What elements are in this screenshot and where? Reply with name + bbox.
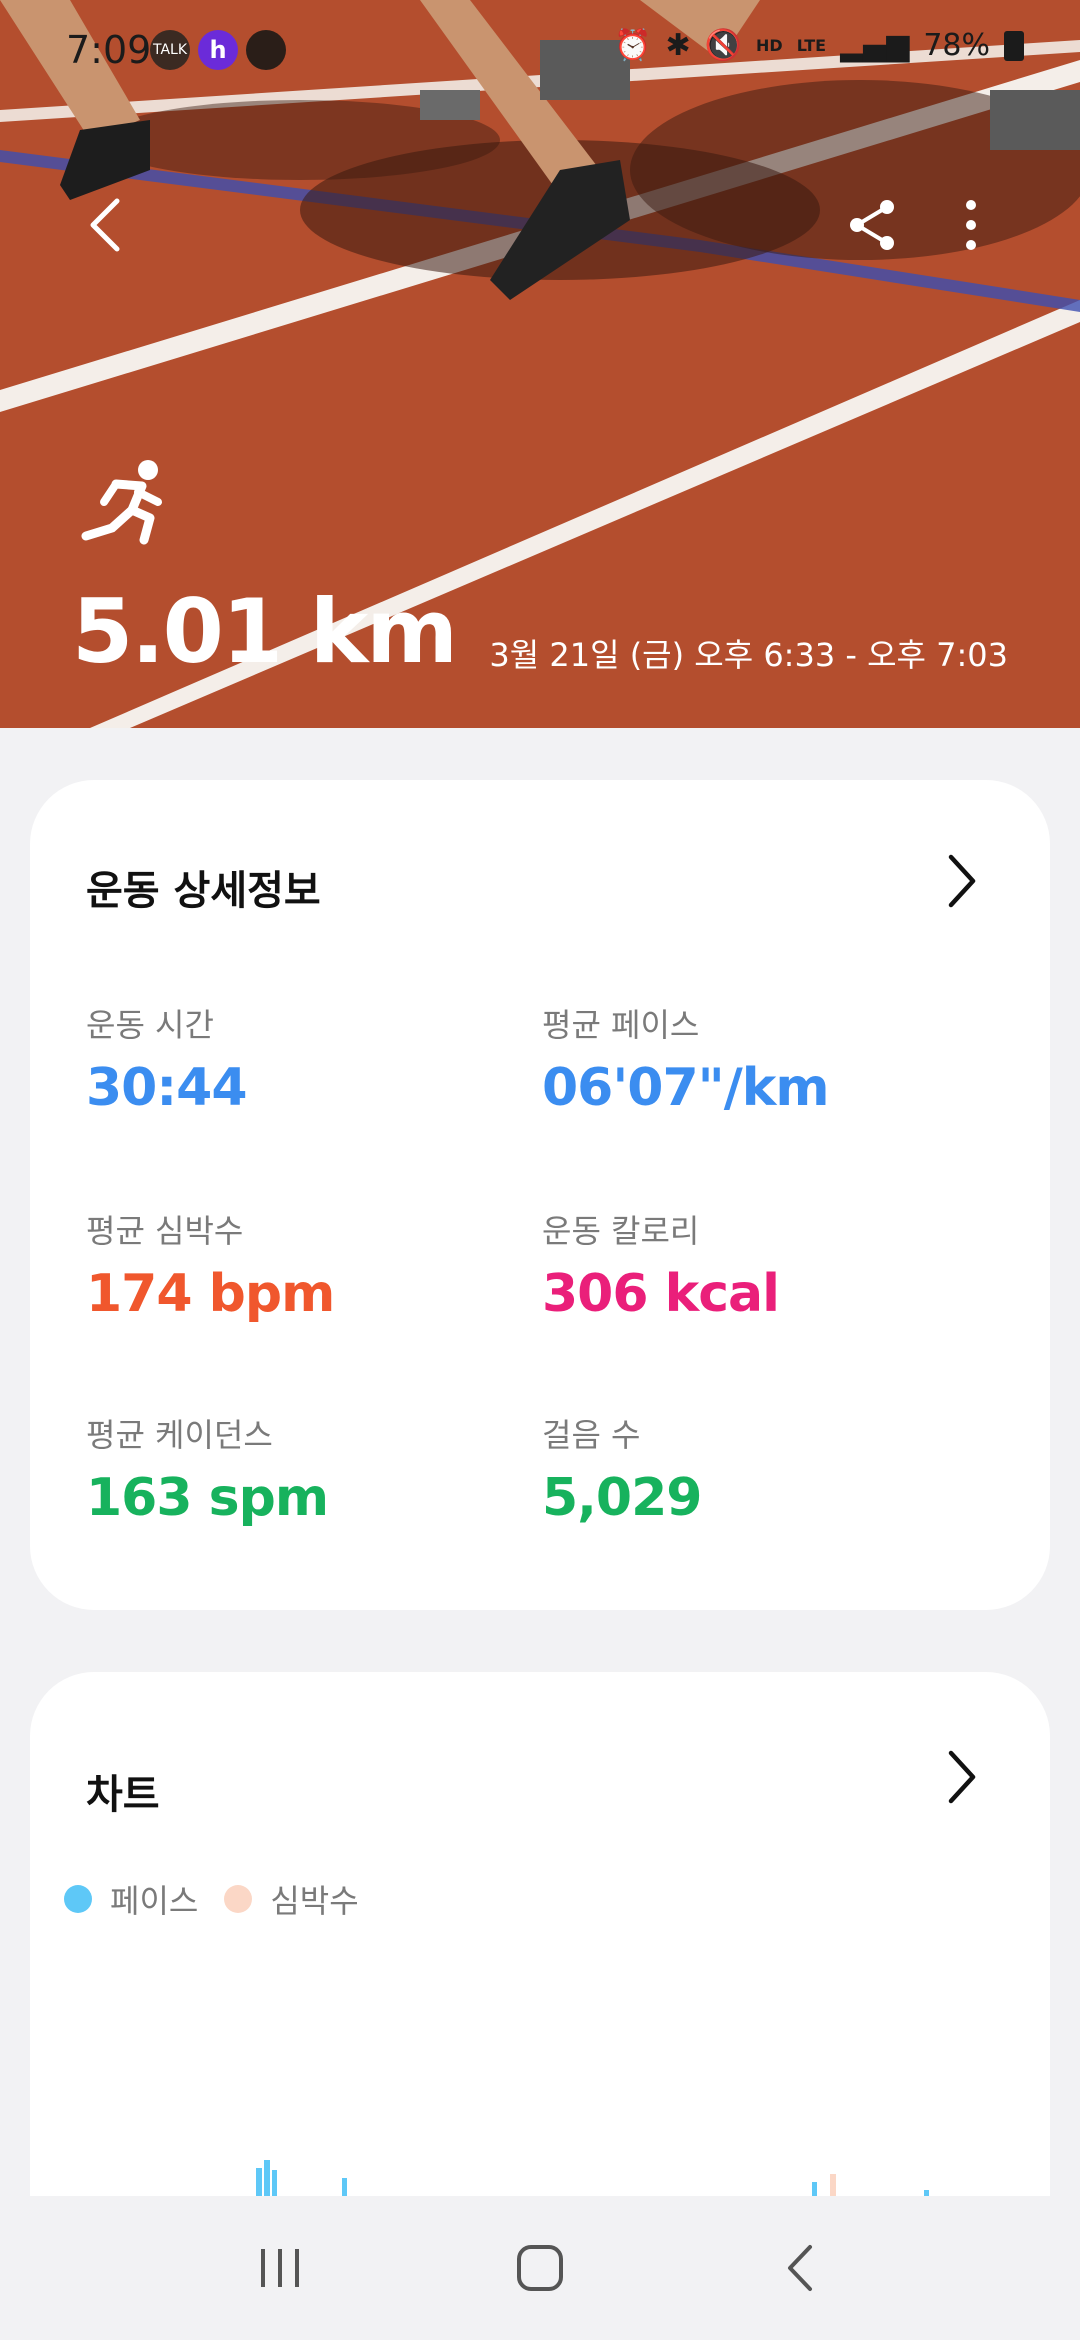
metric-avg-cadence: 평균 케이던스 163 spm xyxy=(86,1410,329,1528)
more-options-button[interactable] xyxy=(926,180,1016,270)
metric-value: 06'07"/km xyxy=(542,1058,829,1118)
metric-label: 운동 시간 xyxy=(86,1006,214,1044)
system-navigation-bar xyxy=(0,2196,1080,2340)
metric-label: 걸음 수 xyxy=(542,1416,641,1454)
recent-apps-button[interactable] xyxy=(230,2218,330,2318)
pace-spike xyxy=(264,2160,270,2200)
metric-calories: 운동 칼로리 306 kcal xyxy=(542,1206,780,1324)
recent-apps-icon xyxy=(261,2249,299,2287)
share-icon xyxy=(850,200,894,250)
h-app-icon: h xyxy=(198,30,238,70)
more-vertical-icon xyxy=(966,200,976,250)
metric-value: 5,029 xyxy=(542,1468,702,1528)
running-icon xyxy=(81,460,162,545)
bluetooth-icon: ✱ xyxy=(665,28,691,63)
workout-datetime: 3월 21일 (금) 오후 6:33 - 오후 7:03 xyxy=(489,636,1008,674)
chevron-right-icon xyxy=(948,854,976,908)
mute-icon: 🔇 xyxy=(704,28,743,63)
chat-bubble-icon xyxy=(246,30,286,70)
metric-value: 30:44 xyxy=(86,1058,248,1118)
signal-icon: ▂▄▆ xyxy=(840,28,910,63)
details-title: 운동 상세정보 xyxy=(86,868,321,914)
workout-hero: 7:09 TALK h ⏰ ✱ 🔇 HD LTE ▂▄▆ 78% 5.01 km… xyxy=(0,0,1080,728)
chevron-left-icon xyxy=(90,198,120,252)
metric-label: 평균 심박수 xyxy=(86,1212,244,1250)
metric-steps: 걸음 수 5,029 xyxy=(542,1410,702,1528)
chart-title: 차트 xyxy=(86,1772,160,1818)
status-bar: 7:09 TALK h ⏰ ✱ 🔇 HD LTE ▂▄▆ 78% xyxy=(0,0,1080,100)
hd-voice-icon: HD xyxy=(756,35,783,55)
status-time: 7:09 xyxy=(66,28,152,72)
back-arrow-icon xyxy=(788,2245,812,2291)
kakaotalk-icon: TALK xyxy=(150,30,190,70)
legend-label: 페이스 xyxy=(110,1882,199,1920)
legend-label: 심박수 xyxy=(270,1882,359,1920)
metric-value: 306 kcal xyxy=(542,1264,780,1324)
chart-more-button[interactable] xyxy=(938,1742,986,1812)
lte-icon: LTE xyxy=(796,35,827,55)
legend-item-heart-rate: 심박수 xyxy=(224,1876,359,1922)
battery-percent: 78% xyxy=(923,28,990,63)
metric-label: 운동 칼로리 xyxy=(542,1212,700,1250)
home-icon xyxy=(517,2245,563,2291)
legend-item-pace: 페이스 xyxy=(64,1876,198,1922)
home-button[interactable] xyxy=(490,2218,590,2318)
metric-label: 평균 페이스 xyxy=(542,1006,700,1044)
pace-heart-rate-chart xyxy=(256,2160,929,2200)
battery-icon xyxy=(1004,30,1024,61)
metric-avg-pace: 평균 페이스 06'07"/km xyxy=(542,1000,829,1118)
chevron-right-icon xyxy=(948,1750,976,1804)
share-button[interactable] xyxy=(828,180,918,270)
metric-value: 163 spm xyxy=(86,1468,329,1528)
details-more-button[interactable] xyxy=(938,846,986,916)
heart-rate-dot-icon xyxy=(224,1885,253,1913)
metric-duration: 운동 시간 30:44 xyxy=(86,1000,248,1118)
metric-avg-heart-rate: 평균 심박수 174 bpm xyxy=(86,1206,335,1324)
chart-legend: 페이스 심박수 xyxy=(64,1876,385,1922)
workout-distance: 5.01 km xyxy=(72,580,458,683)
alarm-icon: ⏰ xyxy=(614,28,652,63)
status-indicators: ⏰ ✱ 🔇 HD LTE ▂▄▆ 78% xyxy=(614,28,1024,63)
workout-details-card[interactable]: 운동 상세정보 운동 시간 30:44 평균 페이스 06'07"/km 평균 … xyxy=(30,780,1050,1610)
pace-dot-icon xyxy=(64,1885,92,1913)
back-button[interactable] xyxy=(60,180,150,270)
system-back-button[interactable] xyxy=(750,2218,850,2318)
metric-label: 평균 케이던스 xyxy=(86,1416,273,1454)
metric-value: 174 bpm xyxy=(86,1264,335,1324)
